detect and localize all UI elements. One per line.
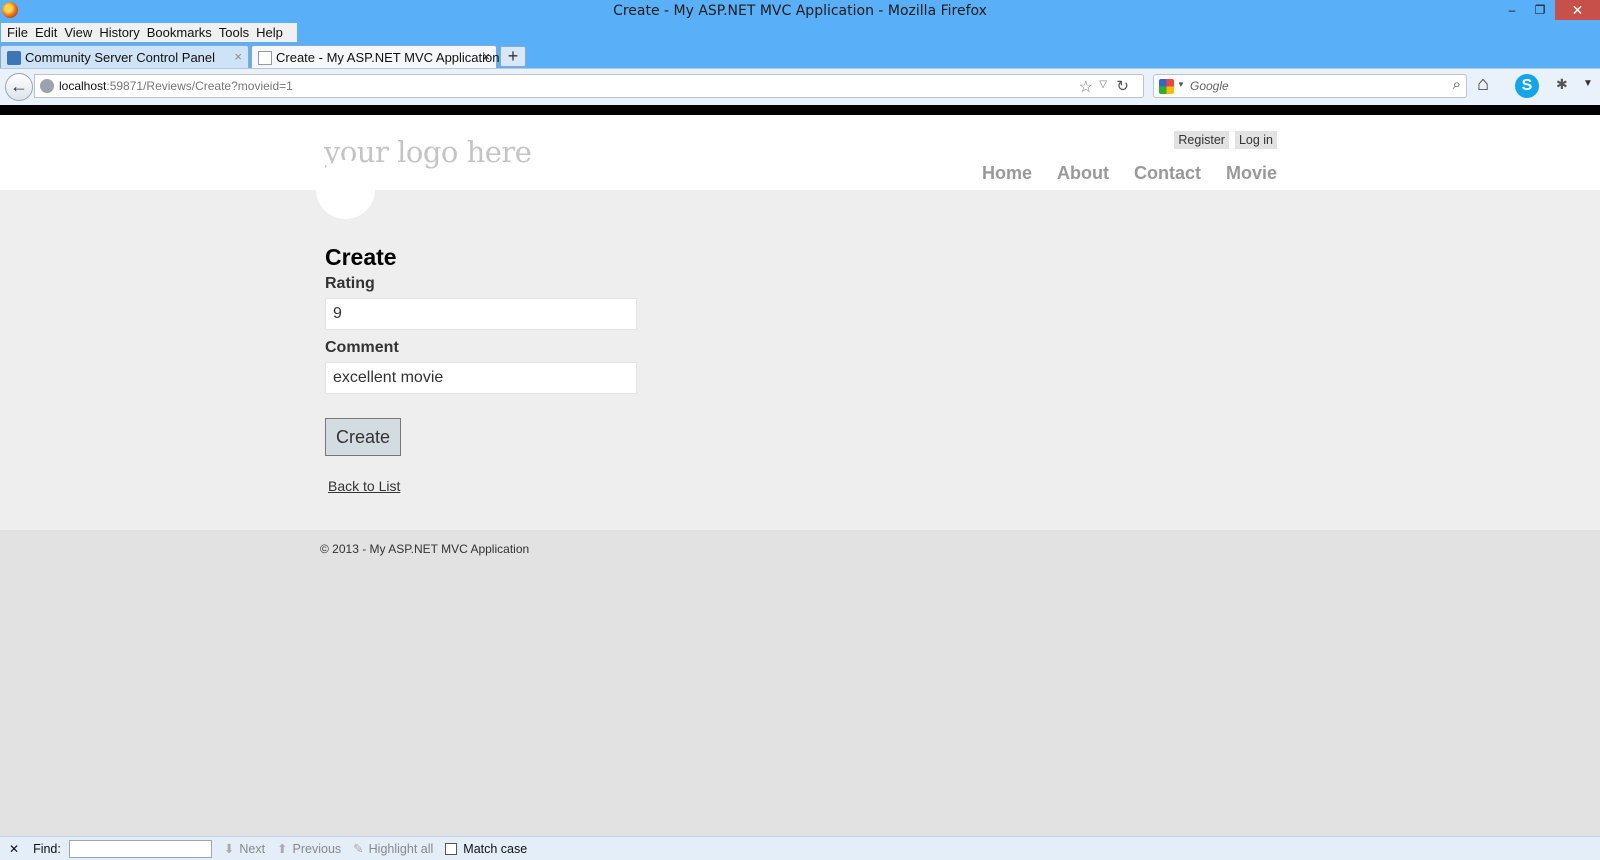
checkbox-box[interactable] xyxy=(445,842,458,855)
url-host: localhost xyxy=(59,79,107,93)
window-title: Create - My ASP.NET MVC Application - Mo… xyxy=(613,3,987,19)
site-header: your logo here Register Log in Home Abou… xyxy=(0,115,1600,190)
addon-icon[interactable]: ✱ xyxy=(1556,76,1568,93)
tab-close-icon[interactable]: × xyxy=(482,49,490,64)
tab-strip: Community Server Control Panel × Create … xyxy=(0,42,1600,69)
create-button[interactable]: Create xyxy=(325,418,401,456)
search-bar[interactable]: ▼ Google ⌕ xyxy=(1153,74,1467,98)
login-links: Register Log in xyxy=(1174,131,1277,149)
new-tab-button[interactable]: + xyxy=(500,46,526,67)
find-input[interactable] xyxy=(68,839,212,858)
restore-button[interactable]: ❐ xyxy=(1526,0,1554,20)
history-dropdown-icon[interactable]: ▽ xyxy=(1099,79,1107,90)
highlight-all-button[interactable]: ✎ Highlight all xyxy=(353,841,433,856)
register-link[interactable]: Register xyxy=(1174,131,1229,149)
highlighter-icon: ✎ xyxy=(353,842,364,856)
nav-about-link[interactable]: About xyxy=(1057,163,1109,184)
community-server-favicon-icon xyxy=(7,51,21,65)
tab-community-server[interactable]: Community Server Control Panel × xyxy=(0,45,249,69)
login-link[interactable]: Log in xyxy=(1234,131,1277,149)
find-close-icon[interactable]: ✕ xyxy=(9,842,19,856)
menu-tools[interactable]: Tools xyxy=(219,25,251,40)
menu-edit[interactable]: Edit xyxy=(35,25,59,40)
match-case-label: Match case xyxy=(463,841,528,856)
menu-bookmarks[interactable]: Bookmarks xyxy=(147,25,214,40)
nav-movie-link[interactable]: Movie xyxy=(1226,163,1277,184)
home-icon[interactable]: ⌂ xyxy=(1477,73,1489,96)
main-nav: Home About Contact Movie xyxy=(982,163,1277,184)
find-bar: ✕ Find: ⬇ Next ⬆ Previous ✎ Highlight all M… xyxy=(0,836,1600,860)
back-arrow-icon[interactable]: ← xyxy=(5,73,33,101)
rating-label: Rating xyxy=(325,275,375,292)
url-text[interactable]: localhost:59871/Reviews/Create?movieid=1 xyxy=(59,79,293,93)
rating-input[interactable] xyxy=(325,298,637,330)
logo-circle-decoration xyxy=(316,160,375,219)
back-to-list-link[interactable]: Back to List xyxy=(328,478,400,494)
comment-input[interactable] xyxy=(325,362,637,394)
find-previous-label: Previous xyxy=(292,842,342,856)
tab-create-review[interactable]: Create - My ASP.NET MVC Application × xyxy=(251,45,500,69)
black-strip xyxy=(0,105,1600,115)
up-arrow-icon: ⬆ xyxy=(277,842,288,856)
match-case-checkbox[interactable]: Match case xyxy=(445,842,527,856)
skype-icon[interactable]: S xyxy=(1515,74,1539,98)
site-footer: © 2013 - My ASP.NET MVC Application xyxy=(0,530,1600,836)
menu-bar: File Edit View History Bookmarks Tools H… xyxy=(0,23,1600,42)
find-label: Find: xyxy=(33,841,61,856)
minimize-button[interactable]: – xyxy=(1498,0,1526,20)
find-next-button[interactable]: ⬇ Next xyxy=(224,841,265,856)
reload-icon[interactable]: ↻ xyxy=(1116,77,1129,95)
find-next-label: Next xyxy=(239,842,266,856)
google-engine-icon[interactable] xyxy=(1159,79,1174,94)
page-favicon-icon xyxy=(258,51,272,65)
bookmark-star-icon[interactable]: ☆ xyxy=(1079,77,1093,97)
tab-label: Community Server Control Panel xyxy=(25,50,216,65)
menu-file[interactable]: File xyxy=(7,25,30,40)
close-window-button[interactable]: ✕ xyxy=(1555,0,1600,20)
highlight-all-label: Highlight all xyxy=(368,842,434,856)
comment-label: Comment xyxy=(325,339,399,356)
find-previous-button[interactable]: ⬆ Previous xyxy=(277,841,341,856)
footer-copyright: © 2013 - My ASP.NET MVC Application xyxy=(320,542,530,556)
navigation-toolbar: ← localhost:59871/Reviews/Create?movieid… xyxy=(0,68,1600,105)
menu-view[interactable]: View xyxy=(64,25,94,40)
url-path: :59871/Reviews/Create?movieid=1 xyxy=(106,79,293,93)
engine-dropdown-icon[interactable]: ▼ xyxy=(1177,80,1185,89)
nav-contact-link[interactable]: Contact xyxy=(1134,163,1201,184)
menu-help[interactable]: Help xyxy=(256,25,285,40)
down-arrow-icon: ⬇ xyxy=(223,842,235,856)
site-identity-icon[interactable] xyxy=(40,79,54,93)
menu-history[interactable]: History xyxy=(99,25,141,40)
nav-home-link[interactable]: Home xyxy=(982,163,1032,184)
search-placeholder: Google xyxy=(1190,79,1229,93)
tab-close-icon[interactable]: × xyxy=(234,49,242,64)
tab-label: Create - My ASP.NET MVC Application xyxy=(276,50,500,65)
title-bar: Create - My ASP.NET MVC Application - Mo… xyxy=(0,0,1600,23)
url-bar[interactable]: localhost:59871/Reviews/Create?movieid=1… xyxy=(34,74,1144,98)
page-title: Create xyxy=(325,244,397,270)
main-content: Create Rating Comment Create Back to Lis… xyxy=(0,190,1600,530)
addon-dropdown-icon[interactable]: ▼ xyxy=(1583,78,1593,89)
magnifier-icon[interactable]: ⌕ xyxy=(1453,76,1461,93)
